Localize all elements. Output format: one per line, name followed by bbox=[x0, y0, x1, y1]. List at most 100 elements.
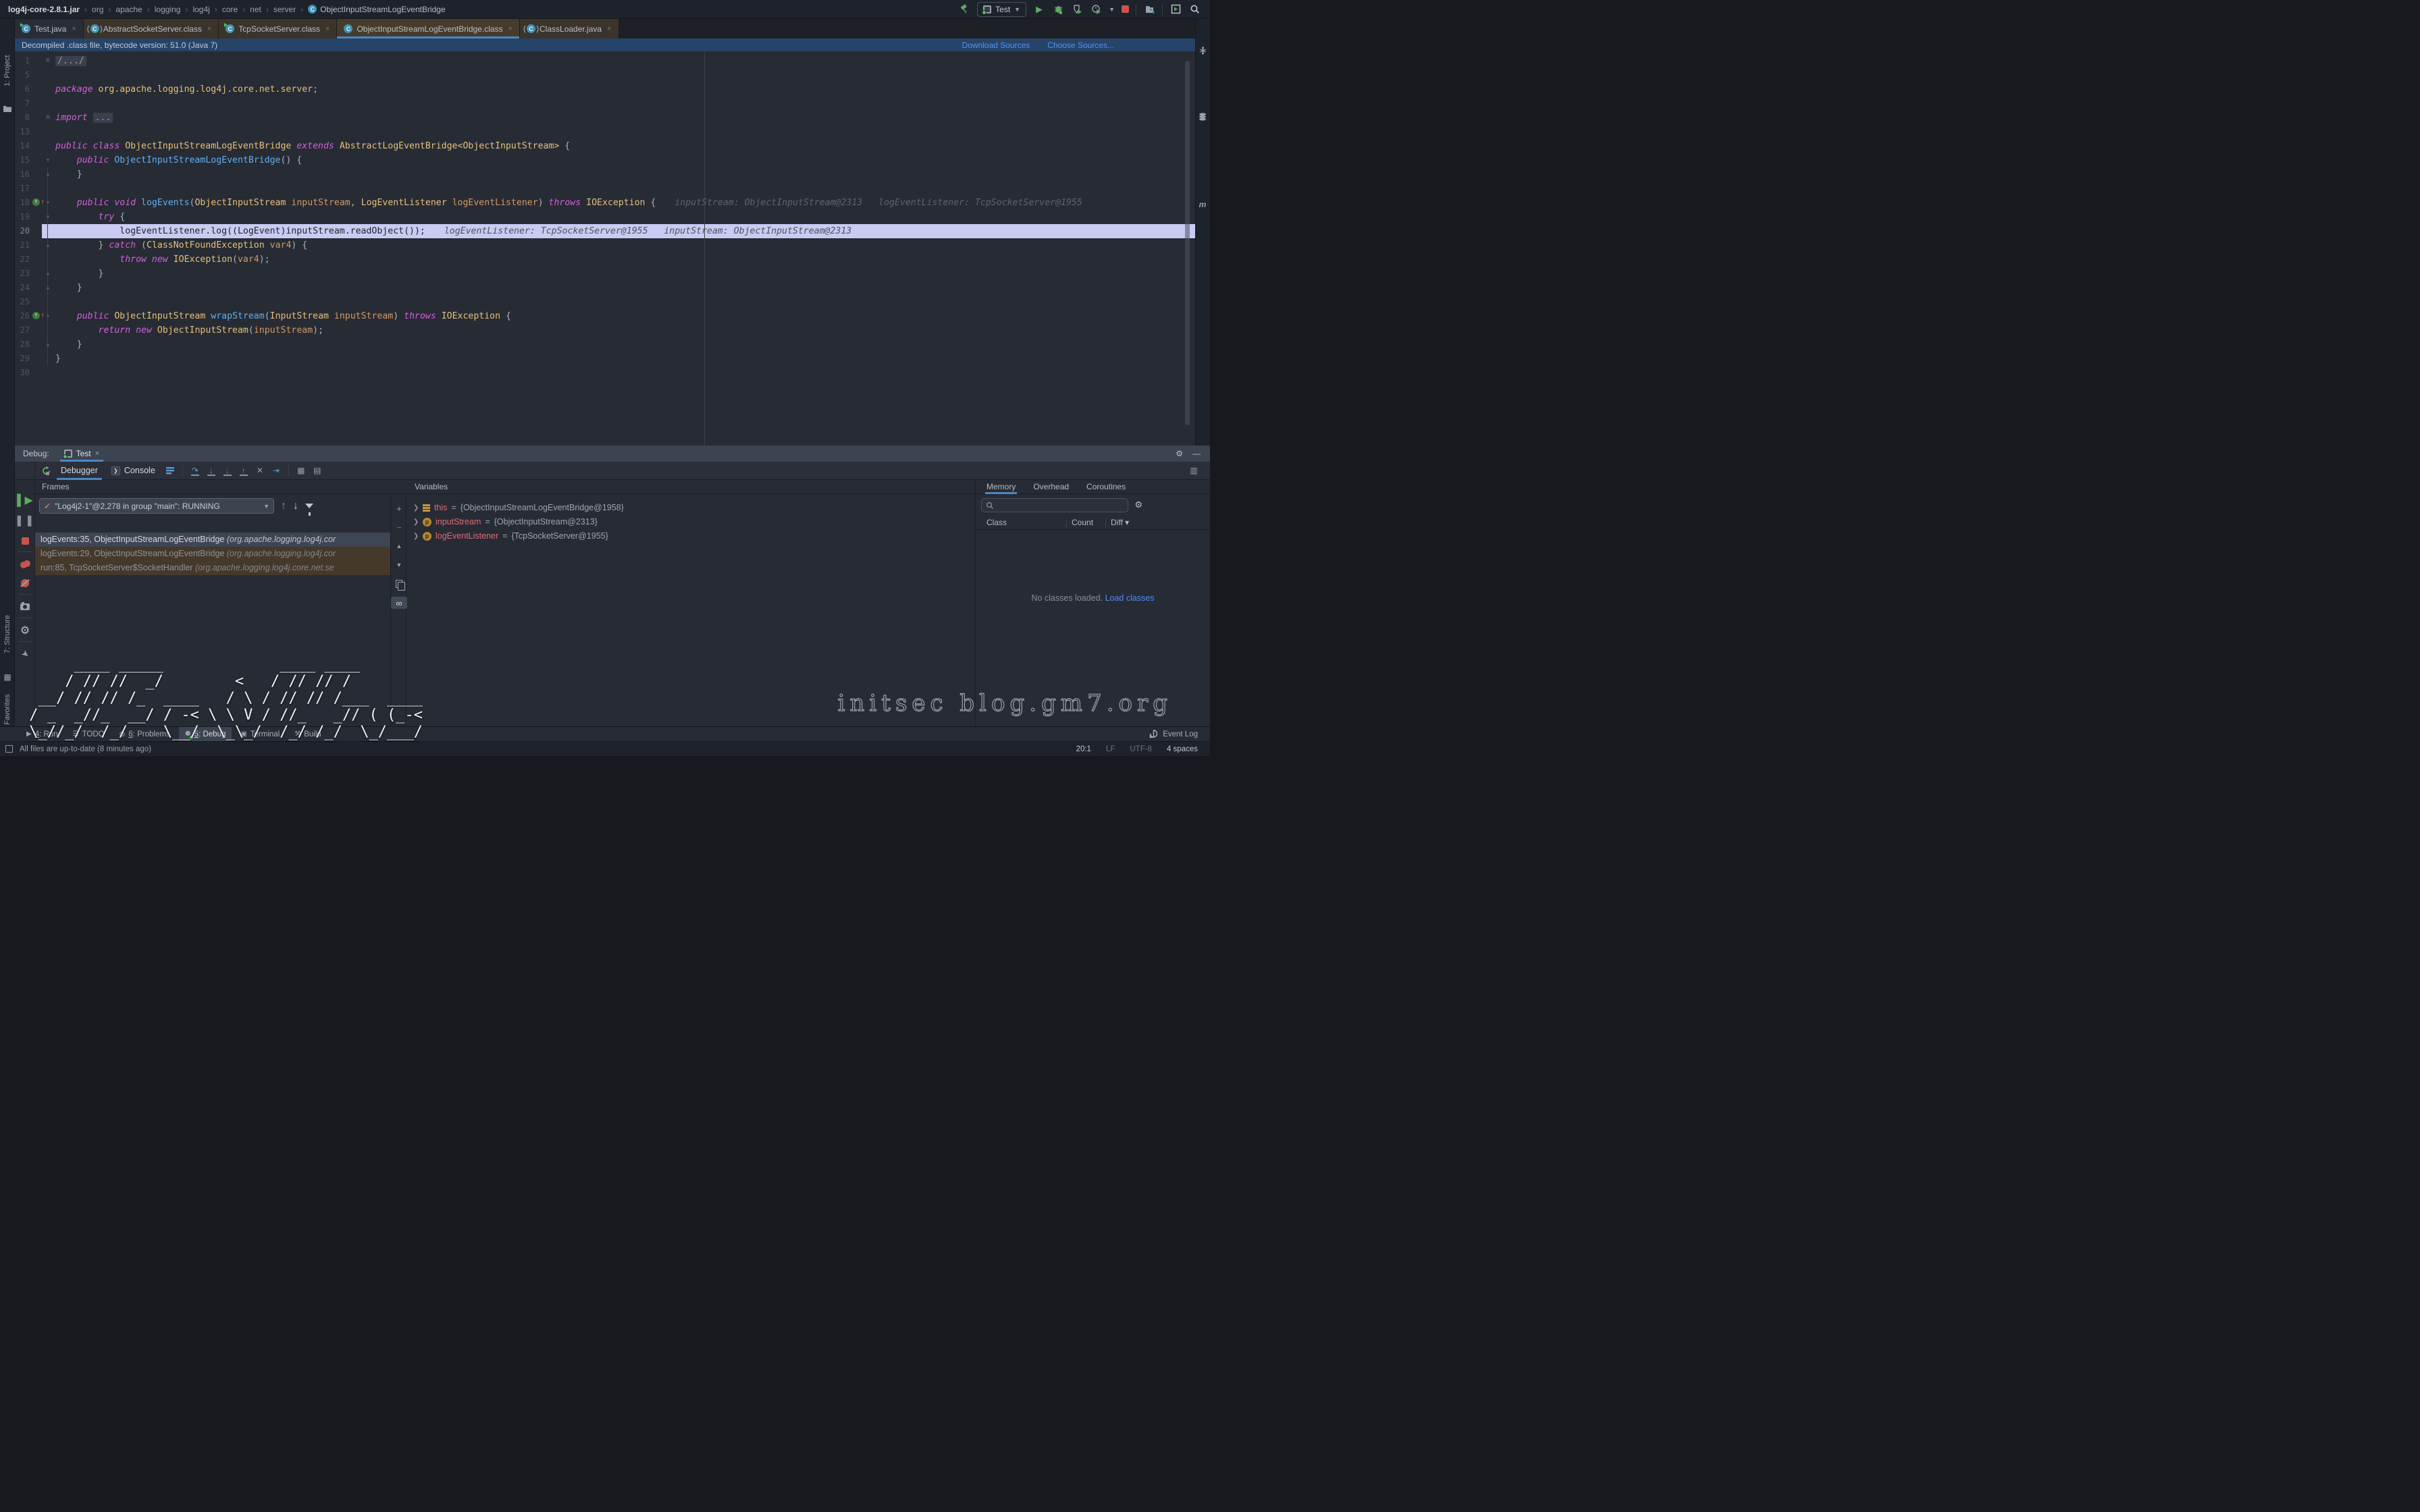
toolwindow-toggle-icon[interactable] bbox=[5, 745, 13, 753]
code-line[interactable]: 25 bbox=[15, 295, 1195, 309]
editor-tab[interactable]: CClassLoader.java× bbox=[520, 19, 619, 38]
code-line[interactable]: 21▴ } catch (ClassNotFoundException var4… bbox=[15, 238, 1195, 252]
thread-dump-icon[interactable] bbox=[15, 600, 35, 614]
code-line[interactable]: 8⊞import ... bbox=[15, 111, 1195, 125]
load-classes-link[interactable]: Load classes bbox=[1105, 593, 1155, 603]
fold-marker-icon[interactable]: ⊞ bbox=[43, 111, 53, 125]
memory-column-header[interactable]: Class bbox=[987, 518, 1007, 527]
toolwindow-button-build[interactable]: ⚒Build bbox=[288, 727, 327, 742]
breadcrumb-class[interactable]: CObjectInputStreamLogEventBridge bbox=[308, 5, 445, 14]
code-line[interactable]: 17 bbox=[15, 182, 1195, 196]
sidebar-item-maven[interactable] bbox=[1195, 211, 1210, 245]
sidebar-item-ant[interactable] bbox=[1195, 57, 1210, 84]
pause-icon[interactable]: ❚❚ bbox=[15, 514, 35, 527]
status-item[interactable]: LF bbox=[1106, 745, 1115, 753]
toolwindow-button-debug[interactable]: ⚈5: Debug bbox=[179, 727, 232, 742]
editor-tab[interactable]: CTest.java× bbox=[15, 19, 84, 38]
pin-icon[interactable]: ➤ bbox=[15, 647, 35, 661]
evaluate-expression-icon[interactable]: ▦ bbox=[293, 464, 309, 477]
close-icon[interactable]: × bbox=[325, 25, 330, 33]
breadcrumb-item[interactable]: server bbox=[273, 5, 296, 14]
code-line[interactable]: 23▴ } bbox=[15, 267, 1195, 281]
expand-chevron-icon[interactable]: ❯ bbox=[413, 515, 419, 529]
code-line[interactable]: 28▴ } bbox=[15, 338, 1195, 352]
breadcrumb-item[interactable]: log4j bbox=[192, 5, 209, 14]
toolwindow-button-todo[interactable]: ☰TODO bbox=[67, 727, 111, 742]
variable-row[interactable]: ❯pinputStream={ObjectInputStream@2313} bbox=[413, 515, 598, 529]
code-line[interactable]: 1⊞/.../ bbox=[15, 54, 1195, 68]
expand-chevron-icon[interactable]: ❯ bbox=[413, 529, 419, 543]
frame-row[interactable]: run:85, TcpSocketServer$SocketHandler (o… bbox=[35, 561, 390, 575]
fold-marker-icon[interactable]: ▴ bbox=[43, 167, 53, 182]
memory-column-header[interactable]: Count bbox=[1072, 518, 1093, 527]
step-over-icon[interactable]: ↷ bbox=[187, 464, 203, 477]
add-watch-icon[interactable]: + bbox=[391, 502, 407, 514]
breadcrumb-item[interactable]: core bbox=[222, 5, 238, 14]
fold-marker-icon[interactable]: ⊞ bbox=[43, 54, 53, 68]
frame-down-icon[interactable]: ↓ bbox=[293, 500, 298, 512]
breadcrumb-item[interactable]: apache bbox=[115, 5, 142, 14]
editor-tab[interactable]: CObjectInputStreamLogEventBridge.class× bbox=[337, 19, 520, 38]
fold-marker-icon[interactable]: ▾ bbox=[43, 309, 53, 323]
toolwindow-button-run[interactable]: ▶4: Run bbox=[20, 727, 64, 742]
memory-settings-icon[interactable]: ⚙ bbox=[1134, 500, 1142, 510]
choose-sources-link[interactable]: Choose Sources... bbox=[1047, 40, 1114, 50]
close-icon[interactable]: × bbox=[607, 25, 611, 33]
variable-row[interactable]: ❯plogEventListener={TcpSocketServer@1955… bbox=[413, 529, 608, 543]
code-line[interactable]: 27 return new ObjectInputStream(inputStr… bbox=[15, 323, 1195, 338]
sidebar-item-structure[interactable]: 7: Structure bbox=[0, 601, 15, 668]
editor-tab[interactable]: CAbstractSocketServer.class× bbox=[84, 19, 219, 38]
memory-tab-overhead[interactable]: Overhead bbox=[1033, 480, 1069, 494]
code-line[interactable]: 29} bbox=[15, 352, 1195, 366]
step-into-icon[interactable]: ↓ bbox=[203, 464, 219, 477]
debug-button[interactable] bbox=[1052, 3, 1064, 16]
run-configuration-select[interactable]: Test ▼ bbox=[977, 2, 1026, 17]
status-item[interactable]: UTF-8 bbox=[1130, 745, 1152, 753]
show-watches-icon[interactable]: ∞ bbox=[391, 597, 407, 609]
code-line[interactable]: 19▾ try { bbox=[15, 210, 1195, 224]
editor-scrollbar[interactable] bbox=[1185, 61, 1190, 425]
move-up-icon[interactable]: ▲ bbox=[391, 540, 407, 552]
mute-breakpoints-icon[interactable] bbox=[15, 576, 35, 590]
step-out-icon[interactable]: ↑ bbox=[236, 464, 252, 477]
close-icon[interactable]: × bbox=[207, 25, 211, 33]
code-line[interactable]: 14public class ObjectInputStreamLogEvent… bbox=[15, 139, 1195, 153]
frame-row[interactable]: logEvents:29, ObjectInputStreamLogEventB… bbox=[35, 547, 390, 561]
debug-session-tab[interactable]: Test × bbox=[59, 446, 105, 462]
profiler-chevron-icon[interactable]: ▼ bbox=[1109, 6, 1115, 13]
thread-selector[interactable]: ✓ "Log4j2-1"@2,278 in group "main": RUNN… bbox=[39, 498, 274, 514]
fold-marker-icon[interactable]: ▾ bbox=[43, 196, 53, 210]
resume-icon[interactable]: ▌▶ bbox=[15, 493, 35, 507]
breadcrumb-item[interactable]: logging bbox=[155, 5, 181, 14]
fold-marker-icon[interactable]: ▴ bbox=[43, 281, 53, 295]
rerun-icon[interactable] bbox=[38, 464, 54, 477]
fold-marker-icon[interactable]: ▾ bbox=[43, 210, 53, 224]
code-editor[interactable]: 1⊞/.../56package org.apache.logging.log4… bbox=[15, 51, 1195, 446]
code-line[interactable]: 16▴ } bbox=[15, 167, 1195, 182]
code-line[interactable]: 13 bbox=[15, 125, 1195, 139]
gear-icon[interactable]: ⚙ bbox=[1176, 449, 1183, 458]
frame-up-icon[interactable]: ↑ bbox=[281, 500, 286, 512]
stop-icon[interactable] bbox=[15, 534, 35, 547]
breadcrumb-item[interactable]: net bbox=[250, 5, 261, 14]
code-line[interactable]: 24▴ } bbox=[15, 281, 1195, 295]
close-icon[interactable]: × bbox=[72, 25, 76, 33]
status-item[interactable]: 4 spaces bbox=[1167, 745, 1198, 753]
memory-tab-coroutines[interactable]: Coroutines bbox=[1086, 480, 1126, 494]
close-icon[interactable]: × bbox=[95, 450, 99, 458]
fold-marker-icon[interactable]: ▴ bbox=[43, 238, 53, 252]
hide-library-frames-icon[interactable] bbox=[305, 504, 313, 508]
restore-layout-icon[interactable]: ▥ bbox=[1186, 464, 1202, 477]
move-down-icon[interactable]: ▼ bbox=[391, 559, 407, 571]
expand-chevron-icon[interactable]: ❯ bbox=[413, 501, 419, 515]
code-line[interactable]: 20 logEventListener.log((LogEvent)inputS… bbox=[15, 224, 1195, 238]
toolwindow-button-problems[interactable]: ◍6: Problems bbox=[113, 727, 176, 742]
show-execution-point-icon[interactable] bbox=[162, 464, 178, 477]
code-line[interactable]: 18↑↑▾ public void logEvents(ObjectInputS… bbox=[15, 196, 1195, 210]
tab-debugger[interactable]: Debugger bbox=[54, 462, 105, 480]
fold-marker-icon[interactable]: ▴ bbox=[43, 338, 53, 352]
editor-tab[interactable]: CTcpSocketServer.class× bbox=[219, 19, 337, 38]
memory-column-header[interactable]: Diff ▾ bbox=[1111, 518, 1129, 527]
run-button[interactable]: ▶ bbox=[1033, 3, 1045, 16]
download-sources-link[interactable]: Download Sources bbox=[962, 40, 1030, 50]
